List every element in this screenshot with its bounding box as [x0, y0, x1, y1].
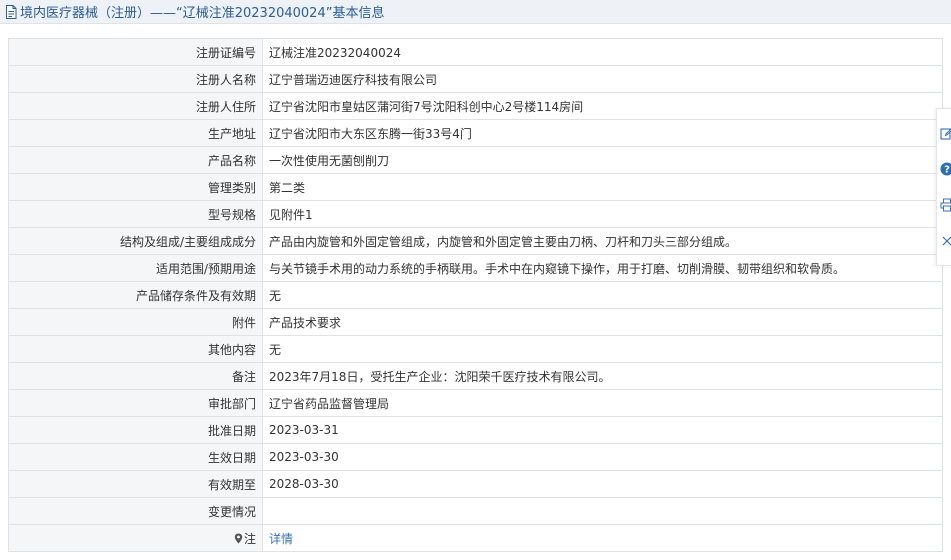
table-row: 适用范围/预期用途 与关节镜手术用的动力系统的手柄联用。手术中在内窥镜下操作，用于…: [8, 254, 943, 282]
document-icon: [5, 4, 17, 19]
row-value: [262, 497, 943, 525]
table-row: 型号规格 见附件1: [8, 200, 943, 228]
row-value: 第二类: [262, 173, 943, 201]
table-row: 管理类别 第二类: [8, 173, 943, 201]
row-label: 其他内容: [8, 335, 263, 363]
row-label: 批准日期: [8, 416, 263, 444]
note-label: 注: [243, 531, 256, 546]
table-row: 产品名称 一次性使用无菌刨削刀: [8, 146, 943, 174]
row-value: 一次性使用无菌刨削刀: [262, 146, 943, 174]
row-label: 生效日期: [8, 443, 263, 471]
table-row: 注册人名称 辽宁普瑞迈迪医疗科技有限公司: [8, 65, 943, 93]
row-value: 2028-03-30: [262, 470, 943, 498]
print-icon: [940, 198, 951, 212]
row-value: 产品技术要求: [262, 308, 943, 336]
row-value: 无: [262, 335, 943, 363]
row-value: 2023年7月18日，受托生产企业：沈阳荣千医疗技术有限公司。: [262, 362, 943, 390]
row-value: 辽宁省沈阳市皇姑区蒲河街7号沈阳科创中心2号楼114房间: [262, 92, 943, 120]
details-link[interactable]: 详情: [262, 524, 943, 552]
row-label: 注册人名称: [8, 65, 263, 93]
row-label: 附件: [8, 308, 263, 336]
row-value: 与关节镜手术用的动力系统的手柄联用。手术中在内窥镜下操作，用于打磨、切削滑膜、韧…: [262, 254, 943, 282]
info-table-body: 注册证编号 辽械注准20232040024 注册人名称 辽宁普瑞迈迪医疗科技有限公司注…: [8, 38, 943, 552]
table-row: 结构及组成/主要组成成分 产品由内旋管和外固定管组成，内旋管和外固定管主要由刀柄、…: [8, 227, 943, 255]
side-toolbar: ?: [936, 108, 951, 266]
page-title: 境内医疗器械（注册）——“辽械注准20232040024”基本信息: [20, 6, 385, 21]
row-label: 产品名称: [8, 146, 263, 174]
table-row: 注册人住所 辽宁省沈阳市皇姑区蒲河街7号沈阳科创中心2号楼114房间: [8, 92, 943, 120]
edit-button[interactable]: [939, 125, 951, 141]
row-value: 2023-03-31: [262, 416, 943, 444]
row-label: 有效期至: [8, 470, 263, 498]
close-icon: [941, 235, 951, 247]
row-value: 辽宁省沈阳市大东区东腾一街33号4门: [262, 119, 943, 147]
svg-text:?: ?: [944, 165, 950, 176]
table-row: 附件 产品技术要求: [8, 308, 943, 336]
table-row: 变更情况: [8, 497, 943, 525]
table-row: 生产地址 辽宁省沈阳市大东区东腾一街33号4门: [8, 119, 943, 147]
row-value: 2023-03-30: [262, 443, 943, 471]
row-value: 辽宁省药品监督管理局: [262, 389, 943, 417]
table-row: 备注 2023年7月18日，受托生产企业：沈阳荣千医疗技术有限公司。: [8, 362, 943, 390]
row-value: 辽械注准20232040024: [262, 38, 943, 66]
table-row: 批准日期 2023-03-31: [8, 416, 943, 444]
row-value: 无: [262, 281, 943, 309]
title-bar: 境内医疗器械（注册）——“辽械注准20232040024”基本信息: [0, 0, 951, 24]
info-table: 注册证编号 辽械注准20232040024 注册人名称 辽宁普瑞迈迪医疗科技有限公司注…: [8, 38, 943, 552]
table-row: 生效日期 2023-03-30: [8, 443, 943, 471]
row-label: 管理类别: [8, 173, 263, 201]
note-row: 注详情: [8, 524, 943, 552]
row-label: 备注: [8, 362, 263, 390]
row-label: 结构及组成/主要组成成分: [8, 227, 263, 255]
close-button[interactable]: [939, 233, 951, 249]
row-label: 注册人住所: [8, 92, 263, 120]
note-label-cell: 注: [8, 524, 263, 552]
row-value: 产品由内旋管和外固定管组成，内旋管和外固定管主要由刀柄、刀杆和刀头三部分组成。: [262, 227, 943, 255]
edit-icon: [939, 126, 951, 140]
row-label: 型号规格: [8, 200, 263, 228]
row-label: 审批部门: [8, 389, 263, 417]
map-pin-icon: [234, 533, 243, 544]
row-label: 产品储存条件及有效期: [8, 281, 263, 309]
row-label: 变更情况: [8, 497, 263, 525]
print-button[interactable]: [939, 197, 951, 213]
row-value: 见附件1: [262, 200, 943, 228]
table-row: 注册证编号 辽械注准20232040024: [8, 38, 943, 66]
row-label: 适用范围/预期用途: [8, 254, 263, 282]
table-row: 其他内容无: [8, 335, 943, 363]
help-icon: ?: [940, 162, 951, 176]
row-value: 辽宁普瑞迈迪医疗科技有限公司: [262, 65, 943, 93]
row-label: 生产地址: [8, 119, 263, 147]
row-label: 注册证编号: [8, 38, 263, 66]
table-row: 有效期至 2028-03-30: [8, 470, 943, 498]
table-row: 产品储存条件及有效期无: [8, 281, 943, 309]
table-row: 审批部门 辽宁省药品监督管理局: [8, 389, 943, 417]
help-button[interactable]: ?: [939, 161, 951, 177]
